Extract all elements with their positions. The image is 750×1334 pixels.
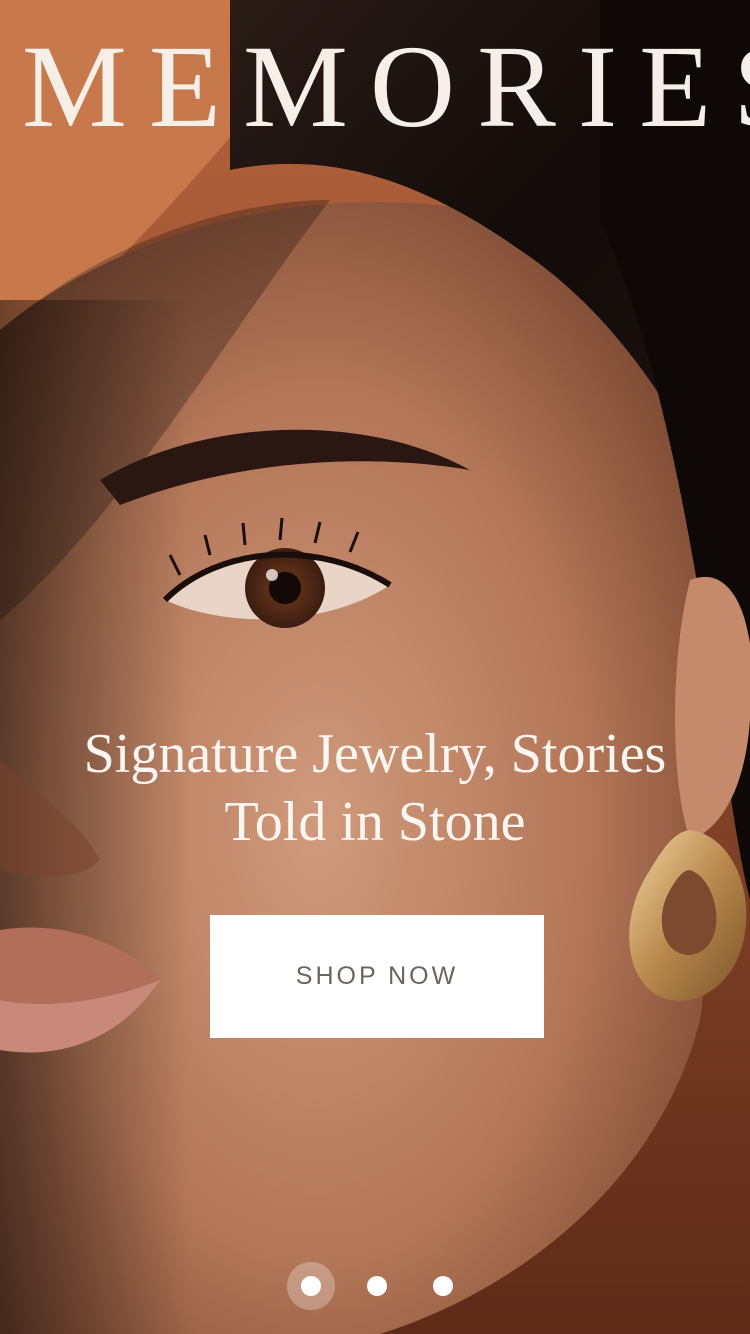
carousel-dot-1[interactable]	[301, 1276, 321, 1296]
hero-headline: Signature Jewelry, Stories Told in Stone	[20, 720, 730, 856]
shop-now-button[interactable]: SHOP NOW	[210, 915, 544, 1038]
carousel-dot-3[interactable]	[433, 1276, 453, 1296]
hero-screen: MEMORIES Signature Jewelry, Stories Told…	[0, 0, 750, 1334]
carousel-dot-2[interactable]	[367, 1276, 387, 1296]
brand-logo[interactable]: MEMORIES	[0, 28, 750, 146]
hero-photo	[0, 0, 750, 1334]
hero-headline-line-2: Told in Stone	[224, 791, 526, 853]
hero-headline-line-1: Signature Jewelry, Stories	[83, 723, 667, 785]
carousel-pagination	[0, 1262, 750, 1308]
